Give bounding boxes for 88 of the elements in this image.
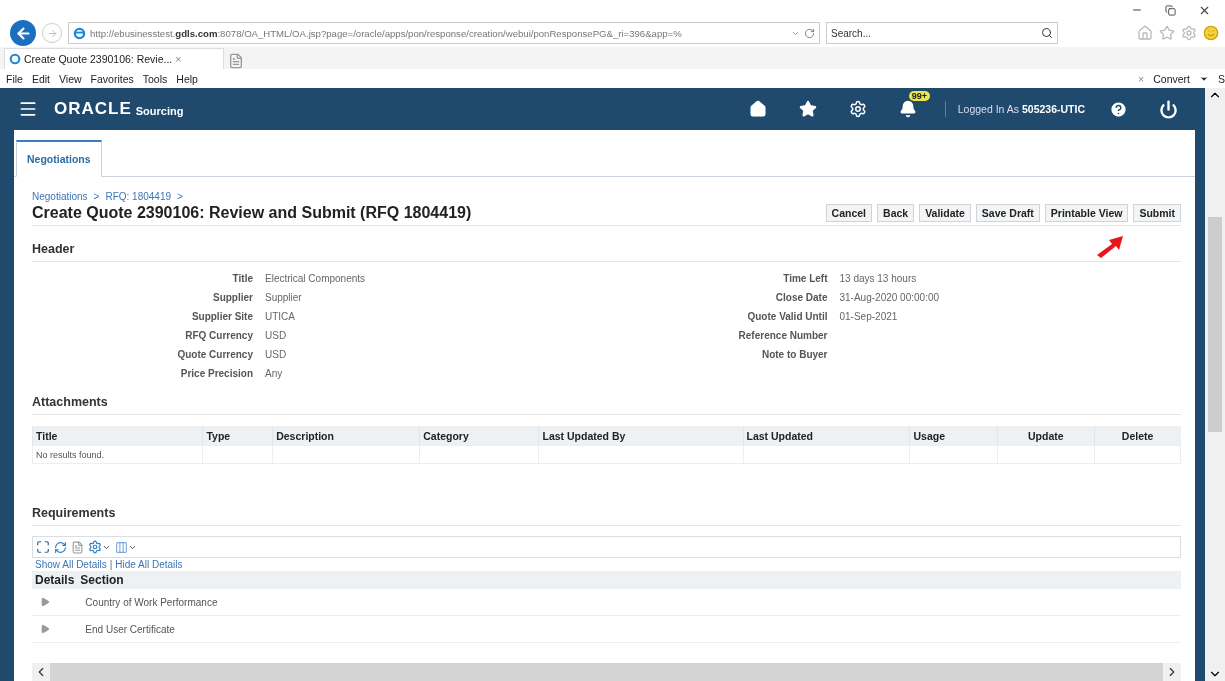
tab-close[interactable]: × [175,53,182,65]
action-button[interactable]: Submit [1133,204,1181,222]
browser-tab[interactable]: Create Quote 2390106: Revie... × [4,48,224,69]
vertical-scrollbar[interactable] [1205,88,1225,681]
table-cell: End User Certificate [77,615,1181,643]
link-separator: | [109,559,113,570]
field-label: Close Date [774,291,828,305]
column-header: Last Updated By [539,426,744,446]
columns-icon[interactable] [115,540,137,554]
settings-icon[interactable] [88,540,111,554]
column-header: Update [997,426,1095,446]
field-label: Title [231,272,253,286]
menu-item[interactable]: View [59,72,82,85]
field-label: Reference Number [737,329,828,343]
horizontal-scrollbar[interactable] [32,663,1181,681]
smiley-icon[interactable] [1203,25,1219,41]
restore-icon[interactable] [1165,4,1176,16]
expand-icon[interactable] [40,597,50,607]
brand-name: ORACLE [54,99,132,119]
hide-details-link[interactable]: Hide All Details [115,559,183,570]
menu-item[interactable]: File [6,72,23,85]
browser-logo-icon [9,53,21,65]
field-label: Time Left [782,272,828,286]
table-cell: Country of Work Performance [77,589,1181,616]
column-header: Category [419,426,539,446]
field-value: UTICA [265,310,296,324]
star-icon[interactable] [1159,25,1175,41]
expand-icon[interactable] [36,540,50,554]
menu-item[interactable]: Help [176,72,198,85]
refresh-icon[interactable] [804,27,815,39]
field-label: Supplier Site [190,310,253,324]
field-label: Quote Valid Until [746,310,828,324]
browser-logo-icon [73,26,86,40]
menu-item[interactable]: Favorites [90,72,134,85]
column-header: Delete [1094,426,1181,446]
convert-menu[interactable]: Convert [1153,72,1190,85]
field-value: Electrical Components [265,272,367,286]
breadcrumb-separator: > [93,191,100,202]
menu-icon[interactable] [18,99,38,119]
column-header: Type [202,426,273,446]
menu-item[interactable]: Edit [31,72,50,85]
column-header: Description [272,426,420,446]
column-header: Section [77,571,1181,589]
field-value: 13 days 13 hours [839,272,918,286]
field-value: USD [265,329,288,343]
column-header: Details [32,571,78,589]
field-label: RFQ Currency [184,329,253,343]
search-icon[interactable] [1041,27,1053,39]
action-button[interactable]: Back [877,204,915,222]
field-label: Note to Buyer [760,348,828,362]
empty-message: No results found. [32,445,203,464]
toolbar-close[interactable]: × [1138,72,1145,85]
breadcrumb-separator: > [177,191,183,202]
field-value: Any [265,367,284,381]
address-field[interactable]: http://ebusinesstest.gdls.com:8078/OA_HTML/OA.jsp?page=/oracle/apps/pon/response/creation/webui/ponResponsePG&_ri=396&app=% [68,22,820,44]
field-value: 31-Aug-2020 00:00:00 [839,291,941,305]
breadcrumb-link[interactable]: RFQ: 1804419 [105,191,172,202]
tab[interactable]: Negotiations [16,140,102,177]
menu-item[interactable]: Tools [142,72,168,85]
bell-icon[interactable] [898,100,917,118]
action-button[interactable]: Printable View [1044,204,1129,222]
field-label: Quote Currency [176,348,253,362]
column-header: Title [32,426,203,446]
section-heading: Attachments [32,395,1181,415]
search-field[interactable]: Search... [826,22,1058,44]
column-header: Usage [909,426,998,446]
toolbar-item[interactable]: S [1218,72,1225,85]
pointer-arrow [1095,235,1125,259]
field-value: 01-Sep-2021 [839,310,899,324]
product-name: Sourcing [135,104,184,117]
show-details-link[interactable]: Show All Details [35,559,107,570]
action-button[interactable]: Cancel [825,204,873,222]
section-heading: Requirements [32,506,1181,526]
field-label: Supplier [212,291,253,305]
new-tab-icon[interactable] [228,53,244,69]
logged-in-user: Logged In As 505236-UTIC [957,103,1085,115]
action-button[interactable]: Validate [919,204,971,222]
field-value: Supplier [265,291,303,305]
page-title: Create Quote 2390106: Review and Submit (RFQ 1804419) [32,204,472,222]
detach-icon[interactable] [71,540,84,554]
expand-icon[interactable] [40,624,50,634]
field-value: USD [265,348,288,362]
field-label: Price Precision [179,367,253,381]
breadcrumb-link[interactable]: Negotiations [32,191,88,202]
notification-badge: 99+ [908,91,930,101]
column-header: Last Updated [743,426,910,446]
refresh-icon[interactable] [54,540,67,554]
action-button[interactable]: Save Draft [975,204,1040,222]
